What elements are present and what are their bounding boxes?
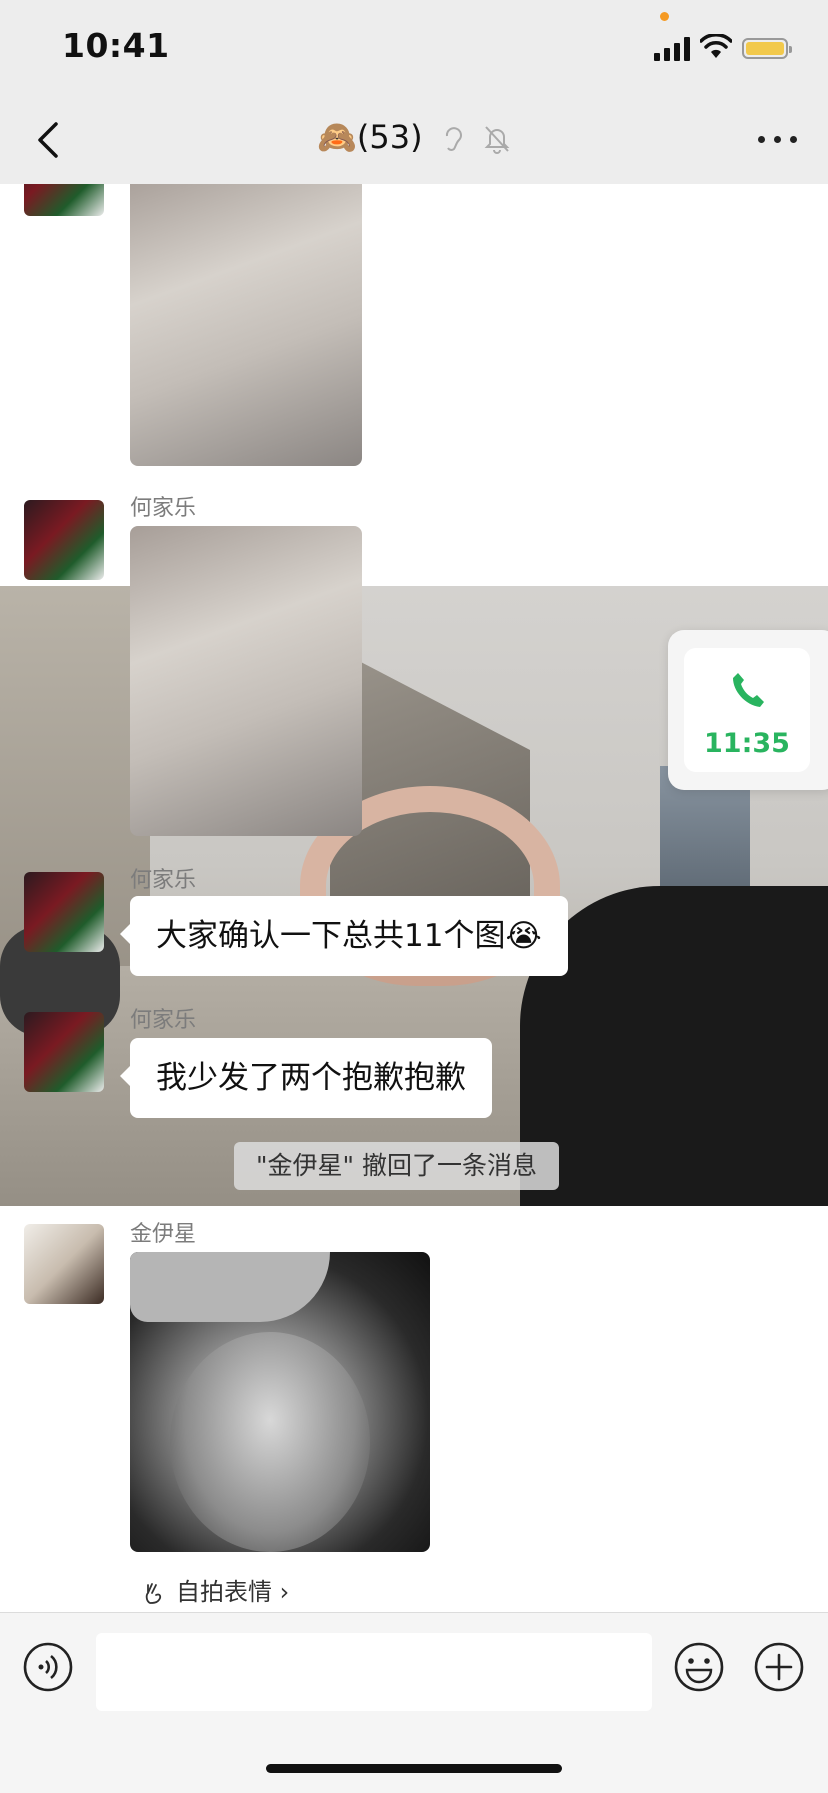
sender-name: 何家乐 bbox=[130, 1008, 197, 1033]
crying-face-icon: 😭 bbox=[505, 918, 542, 954]
face-shape bbox=[170, 1332, 370, 1552]
chat-title[interactable]: 🙈(53) bbox=[0, 118, 828, 156]
sender-name: 何家乐 bbox=[130, 868, 197, 893]
ongoing-call-widget[interactable]: 11:35 bbox=[668, 630, 828, 790]
sender-name: 何家乐 bbox=[130, 496, 197, 521]
avatar[interactable] bbox=[24, 500, 104, 580]
scissors-hand-icon bbox=[145, 1583, 162, 1604]
emoji-icon[interactable] bbox=[673, 1641, 725, 1693]
avatar[interactable] bbox=[24, 1012, 104, 1092]
message-text: 我少发了两个抱歉抱歉 bbox=[156, 1060, 466, 1096]
call-duration: 11:35 bbox=[704, 728, 790, 759]
battery-icon bbox=[742, 38, 792, 59]
privacy-indicator bbox=[660, 12, 669, 21]
status-bar: 10:41 bbox=[0, 0, 828, 100]
image-message[interactable] bbox=[130, 184, 362, 466]
selfie-sticker-link[interactable]: 自拍表情 › bbox=[142, 1572, 289, 1607]
sender-name: 金伊星 bbox=[130, 1222, 197, 1247]
voice-icon[interactable] bbox=[22, 1641, 74, 1693]
avatar[interactable] bbox=[24, 1224, 104, 1304]
phone-icon bbox=[733, 673, 764, 707]
text-message[interactable]: 大家确认一下总共11个图😭 bbox=[120, 896, 568, 976]
mute-bell-icon bbox=[484, 126, 510, 154]
image-message[interactable] bbox=[130, 526, 362, 836]
wifi-icon bbox=[700, 34, 732, 58]
avatar[interactable] bbox=[24, 872, 104, 952]
ear-icon bbox=[445, 127, 462, 151]
home-indicator[interactable] bbox=[266, 1764, 562, 1773]
signal-icon bbox=[654, 37, 690, 61]
recall-notice: "金伊星" 撤回了一条消息 bbox=[234, 1142, 559, 1190]
avatar[interactable] bbox=[24, 184, 104, 216]
plus-icon[interactable] bbox=[753, 1641, 805, 1693]
call-card: 11:35 bbox=[684, 648, 810, 772]
selfie-sticker-image[interactable] bbox=[130, 1252, 430, 1552]
text-message[interactable]: 我少发了两个抱歉抱歉 bbox=[120, 1038, 492, 1118]
message-text: 大家确认一下总共11个图 bbox=[156, 918, 506, 954]
chat-header: 🙈(53) bbox=[0, 100, 828, 185]
message-input[interactable] bbox=[96, 1633, 652, 1711]
chat-messages[interactable]: 何家乐 何家乐 大家确认一下总共11个图😭 何家乐 我少发了两个抱歉抱歉 "金伊… bbox=[0, 184, 828, 1612]
see-no-evil-monkey-icon: 🙈 bbox=[317, 118, 357, 156]
selfie-link-label: 自拍表情 › bbox=[176, 1578, 290, 1606]
status-time: 10:41 bbox=[62, 26, 170, 65]
more-icon[interactable] bbox=[758, 130, 798, 150]
group-member-count: (53) bbox=[356, 118, 423, 156]
hand-shape bbox=[130, 1252, 330, 1322]
